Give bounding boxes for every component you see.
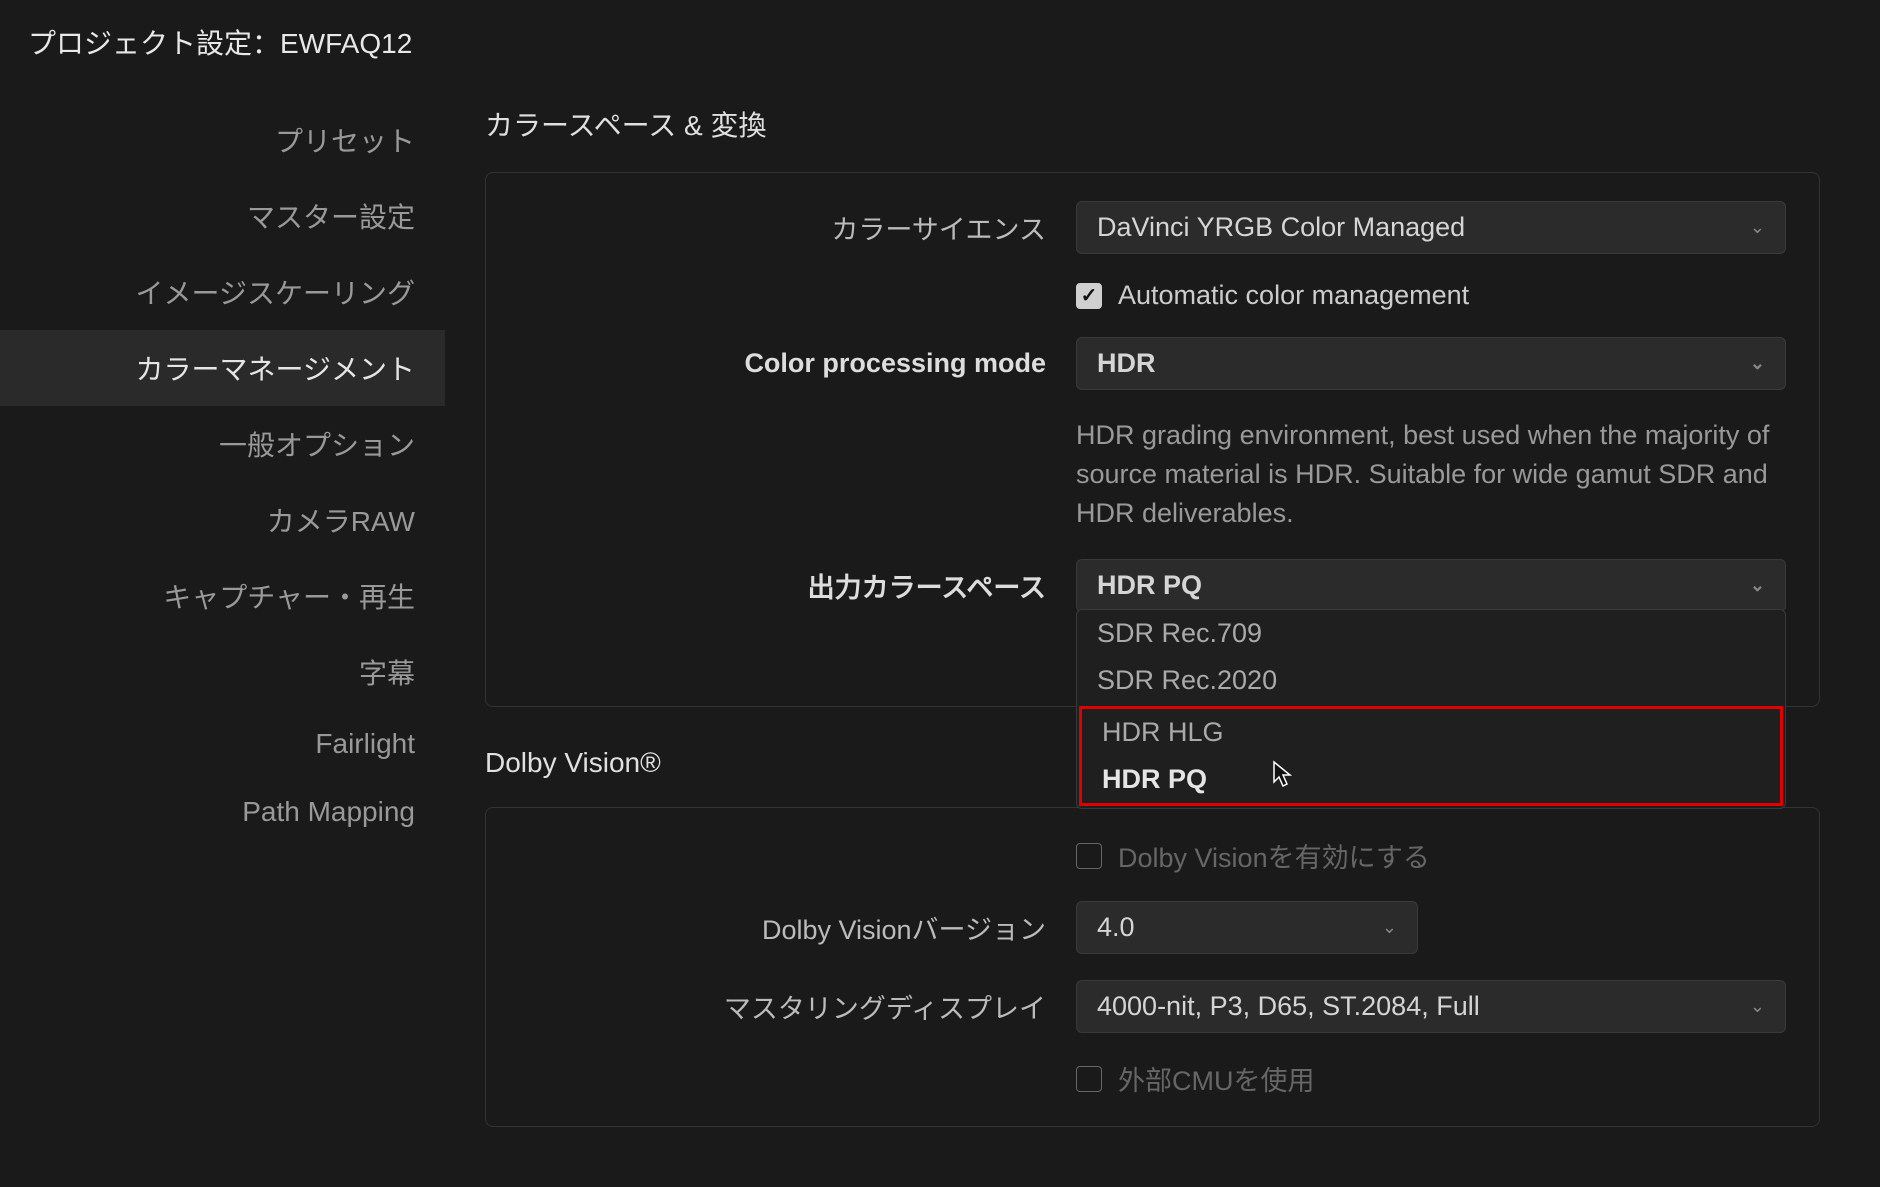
dropdown-item-sdr-rec709[interactable]: SDR Rec.709 [1077,610,1785,657]
chevron-down-icon: ⌄ [1750,996,1765,1017]
chevron-down-icon: ⌄ [1750,353,1765,374]
select-value: HDR PQ [1097,570,1202,601]
panel-colorspace: カラーサイエンス DaVinci YRGB Color Managed ⌄ Au… [485,172,1820,707]
select-value: 4000-nit, P3, D65, ST.2084, Full [1097,991,1480,1022]
select-mastering-display[interactable]: 4000-nit, P3, D65, ST.2084, Full ⌄ [1076,980,1786,1033]
dropdown-output-colorspace: SDR Rec.709 SDR Rec.2020 HDR HLG HDR PQ [1076,609,1786,809]
sidebar-item-capture-playback[interactable]: キャプチャー・再生 [0,558,445,634]
chevron-down-icon: ⌄ [1750,575,1765,596]
checkbox-enable-dolby[interactable] [1076,843,1102,869]
label-processing-mode: Color processing mode [516,348,1076,379]
sidebar: プリセット マスター設定 イメージスケーリング カラーマネージメント 一般オプシ… [0,84,445,1187]
select-color-science[interactable]: DaVinci YRGB Color Managed ⌄ [1076,201,1786,254]
select-value: DaVinci YRGB Color Managed [1097,212,1465,243]
section-title-colorspace: カラースペース & 変換 [485,104,1820,144]
sidebar-item-general[interactable]: 一般オプション [0,406,445,482]
select-value: HDR [1097,348,1156,379]
label-auto-cm: Automatic color management [1118,280,1469,311]
select-value: 4.0 [1097,912,1135,943]
label-external-cmu: 外部CMUを使用 [1118,1059,1315,1098]
checkbox-external-cmu[interactable] [1076,1066,1102,1092]
sidebar-item-path-mapping[interactable]: Path Mapping [0,778,445,846]
dropdown-item-hdr-hlg[interactable]: HDR HLG [1082,709,1780,756]
dropdown-item-hdr-pq[interactable]: HDR PQ [1082,756,1780,803]
select-dv-version[interactable]: 4.0 ⌄ [1076,901,1418,954]
select-processing-mode[interactable]: HDR ⌄ [1076,337,1786,390]
processing-mode-description: HDR grading environment, best used when … [1076,416,1776,533]
sidebar-item-camera-raw[interactable]: カメラRAW [0,482,445,558]
sidebar-item-fairlight[interactable]: Fairlight [0,710,445,778]
label-dv-version: Dolby Visionバージョン [516,908,1076,947]
label-color-science: カラーサイエンス [516,208,1076,247]
sidebar-item-master[interactable]: マスター設定 [0,178,445,254]
sidebar-item-subtitles[interactable]: 字幕 [0,634,445,710]
dropdown-item-sdr-rec2020[interactable]: SDR Rec.2020 [1077,657,1785,704]
annotation-highlight: HDR HLG HDR PQ [1079,706,1783,806]
label-enable-dolby: Dolby Visionを有効にする [1118,836,1430,875]
chevron-down-icon: ⌄ [1750,217,1765,238]
chevron-down-icon: ⌄ [1382,917,1397,938]
checkbox-auto-cm[interactable] [1076,283,1102,309]
select-output-colorspace[interactable]: HDR PQ ⌄ [1076,559,1786,612]
label-output-colorspace: 出力カラースペース [516,566,1076,605]
sidebar-item-presets[interactable]: プリセット [0,102,445,178]
panel-dolby: Dolby Visionを有効にする Dolby Visionバージョン 4.0… [485,807,1820,1127]
sidebar-item-color-management[interactable]: カラーマネージメント [0,330,445,406]
window-title: プロジェクト設定：EWFAQ12 [0,0,1880,84]
sidebar-item-image-scaling[interactable]: イメージスケーリング [0,254,445,330]
label-mastering-display: マスタリングディスプレイ [516,987,1076,1026]
